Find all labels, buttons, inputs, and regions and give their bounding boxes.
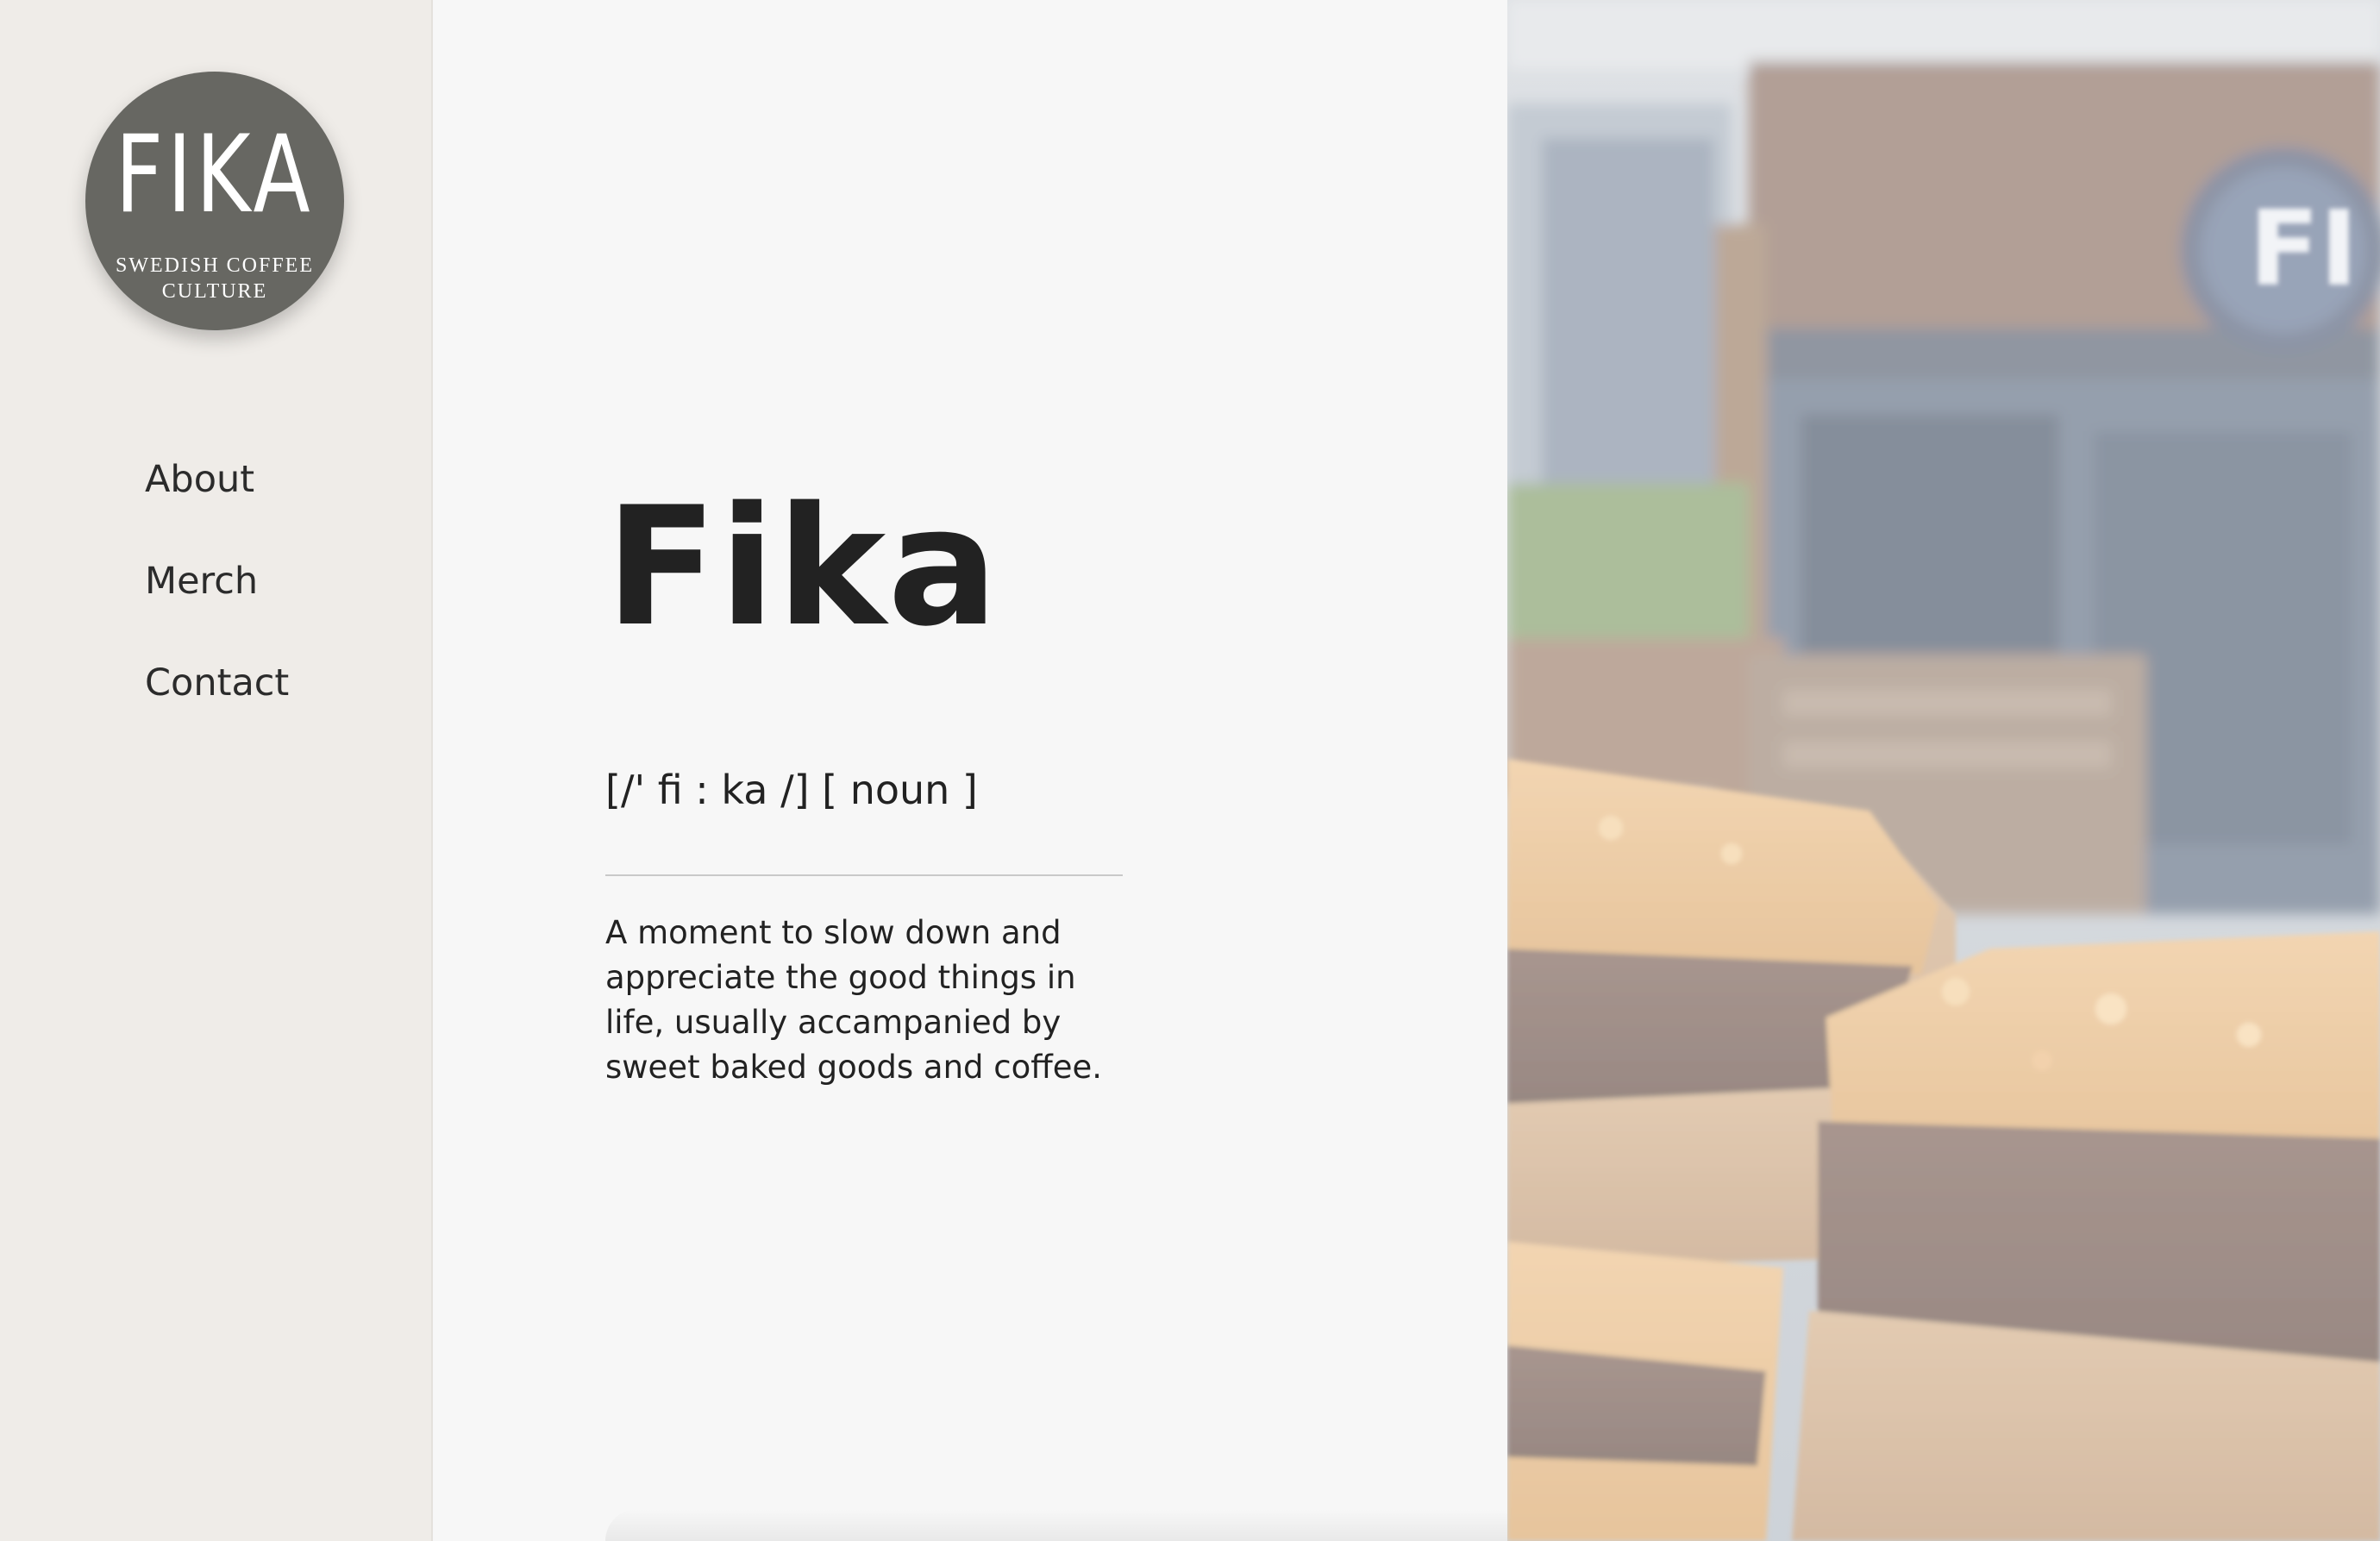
nav-link-contact[interactable]: Contact [145,661,289,705]
bottom-shadow [605,1509,1507,1541]
main-nav: About Merch Contact [145,457,289,762]
main-content: Fika [/' fi : ka /] [ noun ] A moment to… [433,0,1507,1541]
nav-link-merch[interactable]: Merch [145,559,289,604]
hero-wash-overlay [1507,0,2380,1541]
sidebar: FIKA SWEDISH COFFEE CULTURE About Merch … [0,0,433,1541]
logo-tagline-line1: SWEDISH COFFEE [115,254,315,277]
logo-wordmark: FIKA [115,113,315,237]
nav-link-about[interactable]: About [145,457,289,502]
pronunciation: [/' fi : ka /] [ noun ] [605,767,978,813]
page: FIKA SWEDISH COFFEE CULTURE About Merch … [0,0,2380,1541]
logo-tagline: SWEDISH COFFEE CULTURE [103,253,327,304]
definition-text: A moment to slow down and appreciate the… [605,914,1103,1086]
page-title: Fika [605,472,1000,662]
logo-tagline-line2: CULTURE [161,280,268,303]
fika-logo[interactable]: FIKA SWEDISH COFFEE CULTURE [85,72,344,330]
divider [605,874,1123,876]
hero-image: FI [1507,0,2380,1541]
